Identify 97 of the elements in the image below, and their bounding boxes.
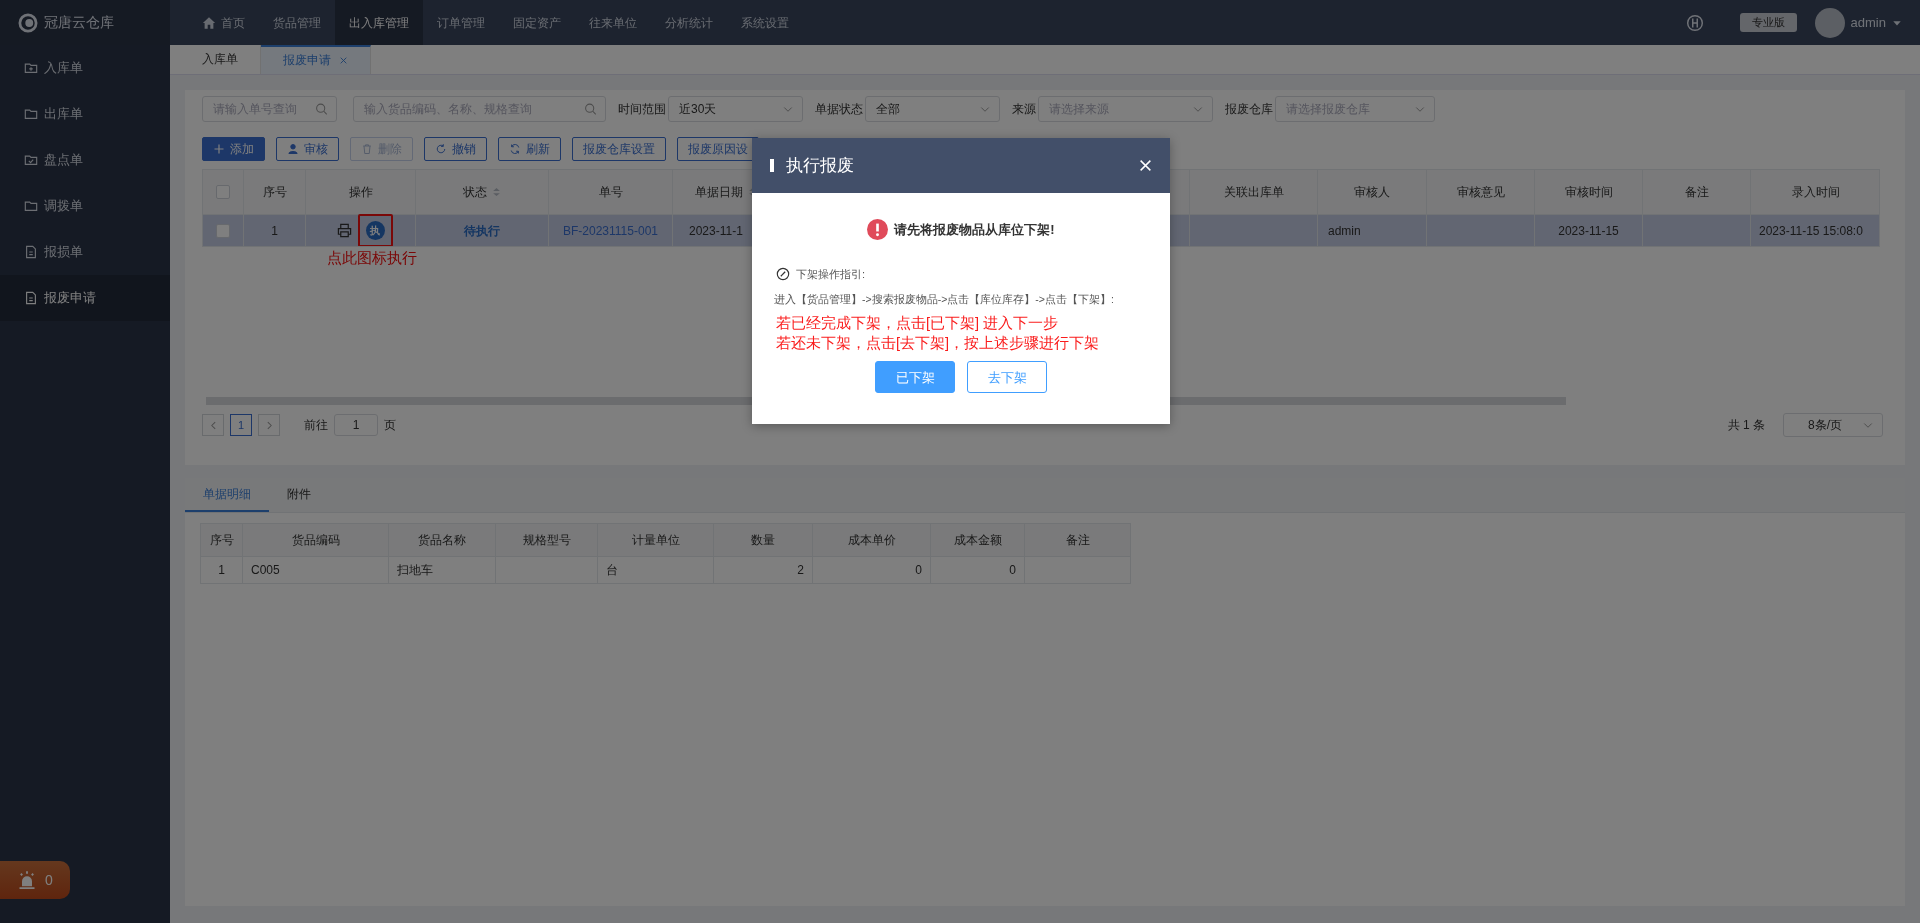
guide-title: 下架操作指引: [796,267,866,282]
page-tab[interactable]: 报废申请 [261,45,371,74]
file-icon [24,291,38,305]
toolbar-button[interactable]: 撤销 [424,137,487,161]
table-cell: 2 [714,557,813,584]
folder-icon [24,107,38,121]
page-suffix: 页 [384,417,396,434]
toolbar-button[interactable]: 审核 [276,137,339,161]
nav-item[interactable]: 货品管理 [259,0,335,45]
column-header: 成本金额 [931,523,1025,557]
chevron-right-icon [264,420,274,430]
compass-icon [776,267,790,282]
sidebar-item[interactable]: 入库单 [0,45,170,91]
user-icon [287,143,299,155]
nav-item[interactable]: 出入库管理 [335,0,423,45]
execute-icon[interactable]: 执 [365,221,385,240]
next-button[interactable] [258,414,280,436]
sidebar-item[interactable]: 报废申请 [0,275,170,321]
select-field[interactable]: 近30天 [668,96,803,122]
toolbar-button[interactable]: 添加 [202,137,265,161]
table-cell: 0 [931,557,1025,584]
logo-icon [18,12,38,33]
user-name[interactable]: admin [1850,12,1886,33]
table-cell: 1 [244,215,306,246]
page-button[interactable]: 1 [230,414,252,436]
table-cell: 2023-11-15 15:08:0 [1751,215,1879,246]
table-cell: admin [1318,215,1427,246]
toolbar-button[interactable]: 报废原因设 [677,137,759,161]
table-cell: 1 [201,557,243,584]
refresh-icon [509,143,521,155]
home-icon [202,15,216,30]
table-cell: 台 [598,557,714,584]
toolbar-button[interactable]: 报废仓库设置 [572,137,666,161]
total-count: 共 1 条 [1727,417,1765,434]
avatar[interactable] [1814,7,1845,38]
status-text: 待执行 [416,215,549,246]
folder-plus-icon [24,61,38,75]
column-header: 计量单位 [598,523,714,557]
folder-check-icon [24,153,38,167]
trash-icon [361,143,373,155]
edition-badge: 专业版 [1739,13,1797,32]
filter-label: 单据状态 [815,101,863,118]
page-input[interactable]: 1 [334,414,378,436]
note-text: 若还未下架，点击[去下架]，按上述步骤进行下架 [776,334,1101,354]
table-cell: 2023-11-15 [1535,215,1643,246]
sidebar-item[interactable]: 调拨单 [0,183,170,229]
order-link[interactable]: BF-20231115-001 [549,215,673,246]
sidebar-item[interactable]: 出库单 [0,91,170,137]
dialog-button[interactable]: 去下架 [967,361,1047,394]
error-icon [867,219,889,240]
column-header: 成本单价 [813,523,931,557]
row-checkbox[interactable] [216,223,230,238]
sidebar-item[interactable]: 盘点单 [0,137,170,183]
undo-icon [435,143,447,155]
column-header: 序号 [201,523,243,557]
nav-item[interactable]: 固定资产 [499,0,575,45]
filter-label: 报废仓库 [1225,101,1273,118]
guide-text: 进入【货品管理】->搜索报废物品->点击【库位库存】->点击【下架】: [774,291,1115,307]
plus-icon [213,143,225,155]
dialog-button[interactable]: 已下架 [875,361,955,394]
detail-tab[interactable]: 附件 [269,478,329,512]
column-header: 备注 [1025,523,1131,557]
printer-icon[interactable] [336,223,352,238]
table-cell: C005 [243,557,389,584]
annotation-text: 点此图标执行 [327,249,417,266]
select-field[interactable]: 全部 [865,96,1000,122]
column-header: 货品名称 [389,523,496,557]
search-icon [584,102,597,116]
file-icon [24,245,38,259]
page-size-select[interactable]: 8条/页 [1783,413,1883,437]
search-icon [315,102,328,116]
nav-item[interactable]: 订单管理 [423,0,499,45]
goto-label: 前往 [304,417,328,434]
chevron-left-icon [208,420,218,430]
table-cell: 扫地车 [389,557,496,584]
detail-tab[interactable]: 单据明细 [185,478,269,512]
title-marker [770,159,774,172]
prev-button[interactable] [202,414,224,436]
toolbar-button[interactable]: 刷新 [498,137,561,161]
nav-item[interactable]: 往来单位 [575,0,651,45]
note-text: 若已经完成下架，点击[已下架] 进入下一步 [776,314,1060,334]
column-header: 数量 [714,523,813,557]
sidebar-item[interactable]: 报损单 [0,229,170,275]
table-cell: 0 [813,557,931,584]
folder-icon [24,199,38,213]
highlight-frame [357,214,393,246]
column-header: 货品编码 [243,523,389,557]
filter-label: 来源 [1012,101,1036,118]
siren-icon [17,870,38,890]
column-header: 规格型号 [496,523,598,557]
filter-label: 时间范围 [618,101,666,118]
logo-text: 冠唐云仓库 [44,13,114,32]
nav-item[interactable]: 首页 [188,0,259,45]
warning-message: 请先将报废物品从库位下架! [894,220,1055,239]
select-all-checkbox[interactable] [216,185,230,199]
nav-item[interactable]: 分析统计 [651,0,727,45]
alarm-button[interactable]: 0 [0,861,70,899]
